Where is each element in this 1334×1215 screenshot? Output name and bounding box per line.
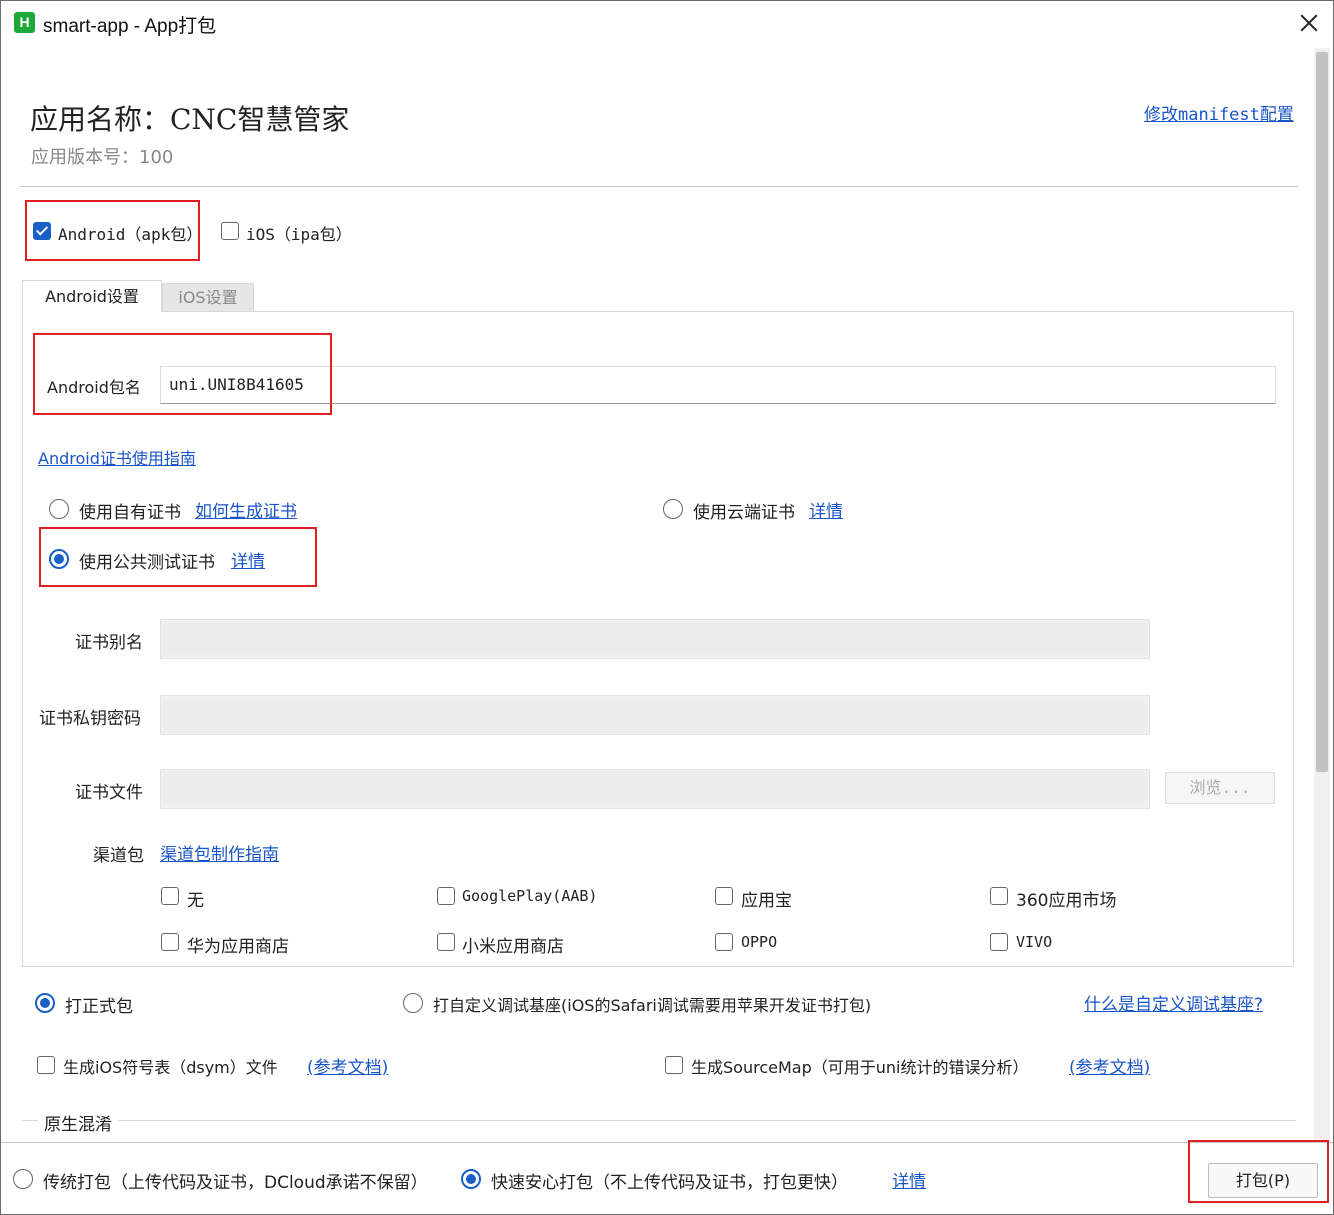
obfuscation-section-title: 原生混淆 bbox=[38, 1110, 118, 1135]
dsym-docs-link[interactable]: (参考文档) bbox=[307, 1053, 388, 1078]
package-name-input[interactable]: uni.UNI8B41605 bbox=[160, 366, 1276, 404]
channel-googleplay-checkbox[interactable] bbox=[437, 887, 455, 905]
channel-googleplay-label: GooglePlay(AAB) bbox=[462, 887, 598, 905]
window-title: smart-app - App打包 bbox=[43, 16, 217, 37]
channel-vivo-label: VIVO bbox=[1016, 933, 1053, 951]
cert-file-input[interactable] bbox=[160, 769, 1150, 809]
channel-xiaomi-label: 小米应用商店 bbox=[462, 937, 564, 957]
header-divider bbox=[20, 186, 1298, 187]
channel-xiaomi-checkbox[interactable] bbox=[437, 933, 455, 951]
app-version: 应用版本号：100 bbox=[31, 147, 174, 168]
channel-yingyongbao-label: 应用宝 bbox=[741, 891, 792, 911]
traditional-pack-label: 传统打包（上传代码及证书，DCloud承诺不保留） bbox=[43, 1173, 428, 1193]
channel-oppo-checkbox[interactable] bbox=[715, 933, 733, 951]
close-icon[interactable] bbox=[1295, 9, 1323, 37]
sourcemap-label: 生成SourceMap（可用于uni统计的错误分析） bbox=[691, 1058, 1029, 1077]
android-cert-guide-link[interactable]: Android证书使用指南 bbox=[38, 445, 196, 469]
traditional-pack-radio[interactable] bbox=[13, 1169, 33, 1189]
channel-guide-link[interactable]: 渠道包制作指南 bbox=[160, 840, 279, 865]
cloud-cert-details-link[interactable]: 详情 bbox=[809, 497, 843, 522]
ios-platform-label: iOS（ipa包） bbox=[246, 225, 352, 244]
tab-ios-settings[interactable]: iOS设置 bbox=[162, 283, 254, 312]
custom-base-label: 打自定义调试基座(iOS的Safari调试需要用苹果开发证书打包) bbox=[433, 996, 872, 1015]
pack-details-link[interactable]: 详情 bbox=[892, 1167, 926, 1192]
obfuscation-divider bbox=[22, 1120, 1296, 1121]
dsym-checkbox[interactable] bbox=[37, 1056, 55, 1074]
release-build-label: 打正式包 bbox=[65, 997, 133, 1017]
public-test-cert-label: 使用公共测试证书 bbox=[79, 553, 215, 573]
custom-base-radio[interactable] bbox=[403, 993, 423, 1013]
public-test-cert-details-link[interactable]: 详情 bbox=[231, 547, 265, 572]
channel-vivo-checkbox[interactable] bbox=[990, 933, 1008, 951]
scrollbar-thumb[interactable] bbox=[1316, 52, 1328, 772]
tab-android-settings[interactable]: Android设置 bbox=[22, 280, 162, 312]
channel-yingyongbao-checkbox[interactable] bbox=[715, 887, 733, 905]
ios-platform-checkbox[interactable] bbox=[221, 222, 239, 240]
custom-base-help-link[interactable]: 什么是自定义调试基座? bbox=[1084, 990, 1263, 1015]
cert-alias-input[interactable] bbox=[160, 619, 1150, 659]
cloud-cert-label: 使用云端证书 bbox=[693, 503, 795, 523]
channel-label: 渠道包 bbox=[93, 846, 144, 866]
cert-file-label: 证书文件 bbox=[75, 783, 143, 803]
dsym-label: 生成iOS符号表（dsym）文件 bbox=[63, 1058, 278, 1077]
cloud-cert-radio[interactable] bbox=[663, 499, 683, 519]
channel-none-checkbox[interactable] bbox=[161, 887, 179, 905]
browse-button[interactable]: 浏览... bbox=[1165, 772, 1275, 804]
pack-button[interactable]: 打包(P) bbox=[1208, 1163, 1318, 1198]
app-name: 应用名称：CNC智慧管家 bbox=[30, 103, 350, 136]
release-build-radio[interactable] bbox=[35, 993, 55, 1013]
channel-none-label: 无 bbox=[187, 891, 204, 911]
channel-360-label: 360应用市场 bbox=[1016, 891, 1117, 911]
hbuilder-logo-icon: H bbox=[14, 12, 35, 33]
sourcemap-checkbox[interactable] bbox=[665, 1056, 683, 1074]
android-platform-checkbox[interactable] bbox=[33, 222, 51, 240]
package-name-value: uni.UNI8B41605 bbox=[169, 375, 304, 394]
package-name-label: Android包名 bbox=[47, 378, 141, 397]
channel-oppo-label: OPPO bbox=[741, 933, 778, 951]
cert-alias-label: 证书别名 bbox=[75, 633, 143, 653]
title-bar: H smart-app - App打包 bbox=[1, 1, 1333, 45]
public-test-cert-radio[interactable] bbox=[49, 549, 69, 569]
own-cert-radio[interactable] bbox=[49, 499, 69, 519]
fast-pack-label: 快速安心打包（不上传代码及证书，打包更快） bbox=[491, 1173, 848, 1193]
channel-huawei-label: 华为应用商店 bbox=[187, 937, 289, 957]
how-to-generate-cert-link[interactable]: 如何生成证书 bbox=[195, 497, 297, 522]
fast-pack-radio[interactable] bbox=[461, 1169, 481, 1189]
own-cert-label: 使用自有证书 bbox=[79, 503, 181, 523]
channel-360-checkbox[interactable] bbox=[990, 887, 1008, 905]
manifest-config-link[interactable]: 修改manifest配置 bbox=[1144, 100, 1294, 125]
cert-password-input[interactable] bbox=[160, 695, 1150, 735]
cert-password-label: 证书私钥密码 bbox=[39, 709, 141, 729]
channel-huawei-checkbox[interactable] bbox=[161, 933, 179, 951]
sourcemap-docs-link[interactable]: (参考文档) bbox=[1069, 1053, 1150, 1078]
android-platform-label: Android（apk包） bbox=[58, 225, 203, 244]
